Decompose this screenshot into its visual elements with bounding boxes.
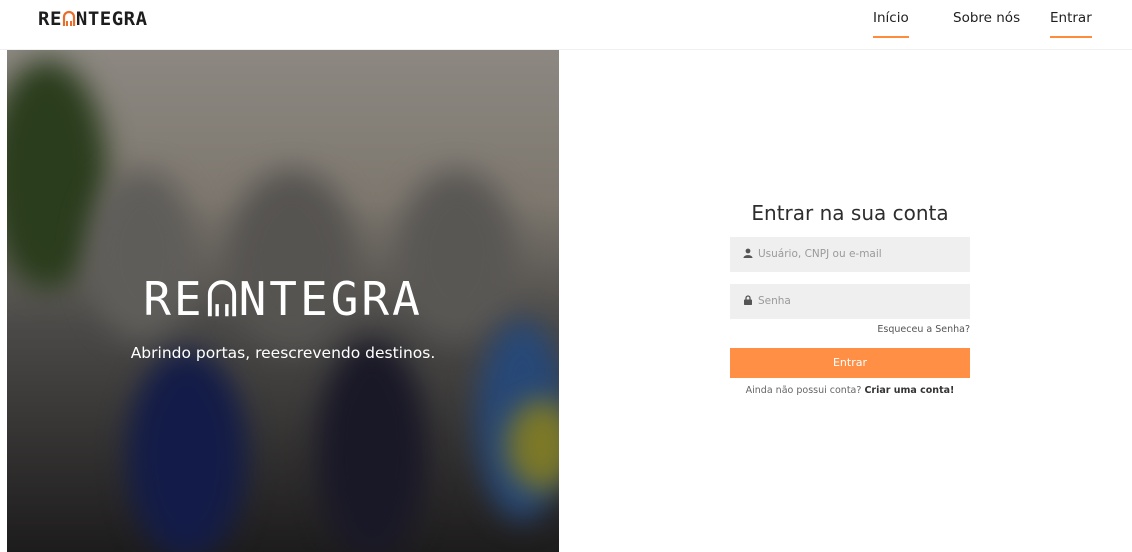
username-placeholder: Usuário, CNPJ ou e-mail xyxy=(758,248,882,260)
hero-logo: RE NTEGRA xyxy=(7,272,559,331)
nav-item-inicio[interactable]: Início xyxy=(873,10,909,38)
nav-item-entrar[interactable]: Entrar xyxy=(1050,10,1092,38)
brand-text-pre: RE xyxy=(38,8,62,30)
hero-title-post: NTEGRA xyxy=(238,272,423,326)
username-input[interactable]: Usuário, CNPJ ou e-mail xyxy=(730,237,970,272)
site-header: RE NTEGRA Início Sobre nós Entrar xyxy=(0,0,1132,50)
forgot-password-link[interactable]: Esqueceu a Senha? xyxy=(730,324,970,335)
keyhole-icon xyxy=(62,10,76,32)
hero-tagline: Abrindo portas, reescrevendo destinos. xyxy=(130,344,436,362)
create-account-link[interactable]: Criar uma conta! xyxy=(864,385,954,396)
nav-item-sobre[interactable]: Sobre nós xyxy=(953,10,1020,36)
password-placeholder: Senha xyxy=(758,295,791,307)
login-button[interactable]: Entrar xyxy=(730,348,970,378)
lock-icon xyxy=(743,284,753,319)
password-input[interactable]: Senha xyxy=(730,284,970,319)
brand-text-post: NTEGRA xyxy=(75,8,148,30)
user-icon xyxy=(743,237,753,272)
hero-image: RE NTEGRA Abrindo portas, reescrevendo de… xyxy=(7,50,559,552)
hero-title-pre: RE xyxy=(143,272,205,326)
signup-prompt: Ainda não possui conta? Criar uma conta! xyxy=(730,385,970,396)
login-title: Entrar na sua conta xyxy=(751,201,949,225)
signup-text: Ainda não possui conta? xyxy=(745,385,862,396)
keyhole-icon xyxy=(205,276,239,331)
brand-logo[interactable]: RE NTEGRA xyxy=(38,8,148,32)
